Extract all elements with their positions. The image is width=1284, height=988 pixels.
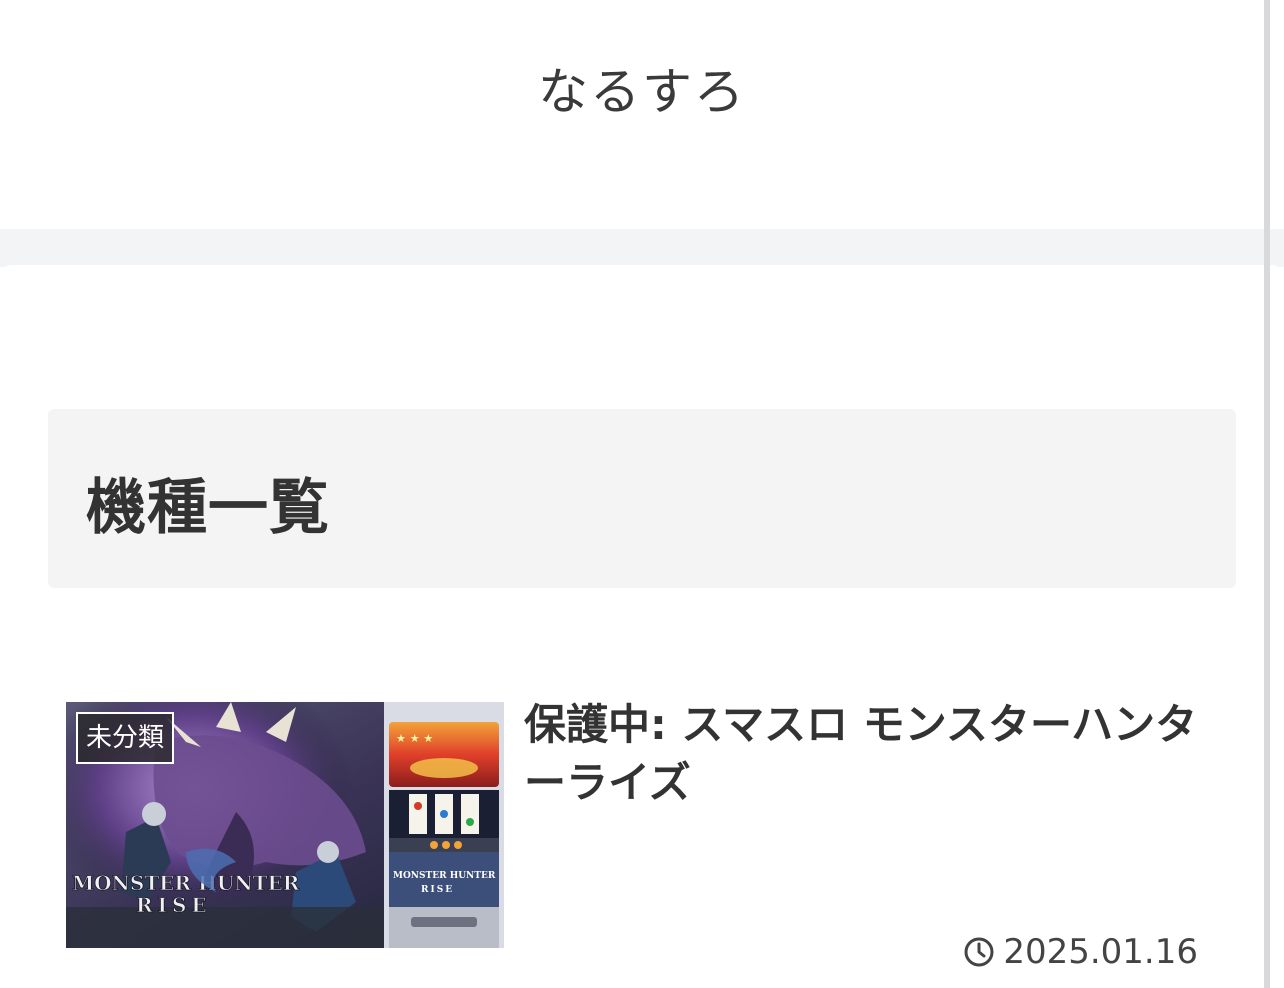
entry-date-text: 2025.01.16	[1003, 932, 1198, 972]
category-label[interactable]: 未分類	[76, 712, 175, 764]
clock-icon	[964, 937, 994, 967]
entry-date: 2025.01.16	[963, 932, 1198, 972]
scrollbar[interactable]	[1264, 0, 1270, 988]
archive-header: 機種一覧	[48, 409, 1236, 588]
cabinet-logo-line1: MONSTER HUNTER	[393, 871, 496, 881]
entry-card[interactable]: MONSTER HUNTER RISE ★ ★ ★ MONSTER HUNTER…	[66, 700, 1216, 972]
page: なるすろ 機種一覧 MONSTER HUNTER RISE ★ ★ ★ MONS…	[0, 0, 1284, 988]
entry-thumbnail[interactable]: MONSTER HUNTER RISE ★ ★ ★ MONSTER HUNTER…	[66, 702, 504, 948]
site-title-link[interactable]: なるすろ	[0, 52, 1284, 124]
cabinet-logo-line2: RISE	[421, 885, 454, 895]
thumbnail-logo-line2: RISE	[136, 893, 212, 917]
archive-title: 機種一覧	[86, 473, 330, 543]
site-header: なるすろ	[0, 0, 1264, 229]
header-content-divider	[0, 229, 1284, 267]
thumbnail-logo-line1: MONSTER HUNTER	[72, 871, 300, 895]
svg-text:★ ★ ★: ★ ★ ★	[396, 732, 433, 745]
entry-title[interactable]: 保護中: スマスロ モンスターハンターライズ	[524, 696, 1214, 812]
